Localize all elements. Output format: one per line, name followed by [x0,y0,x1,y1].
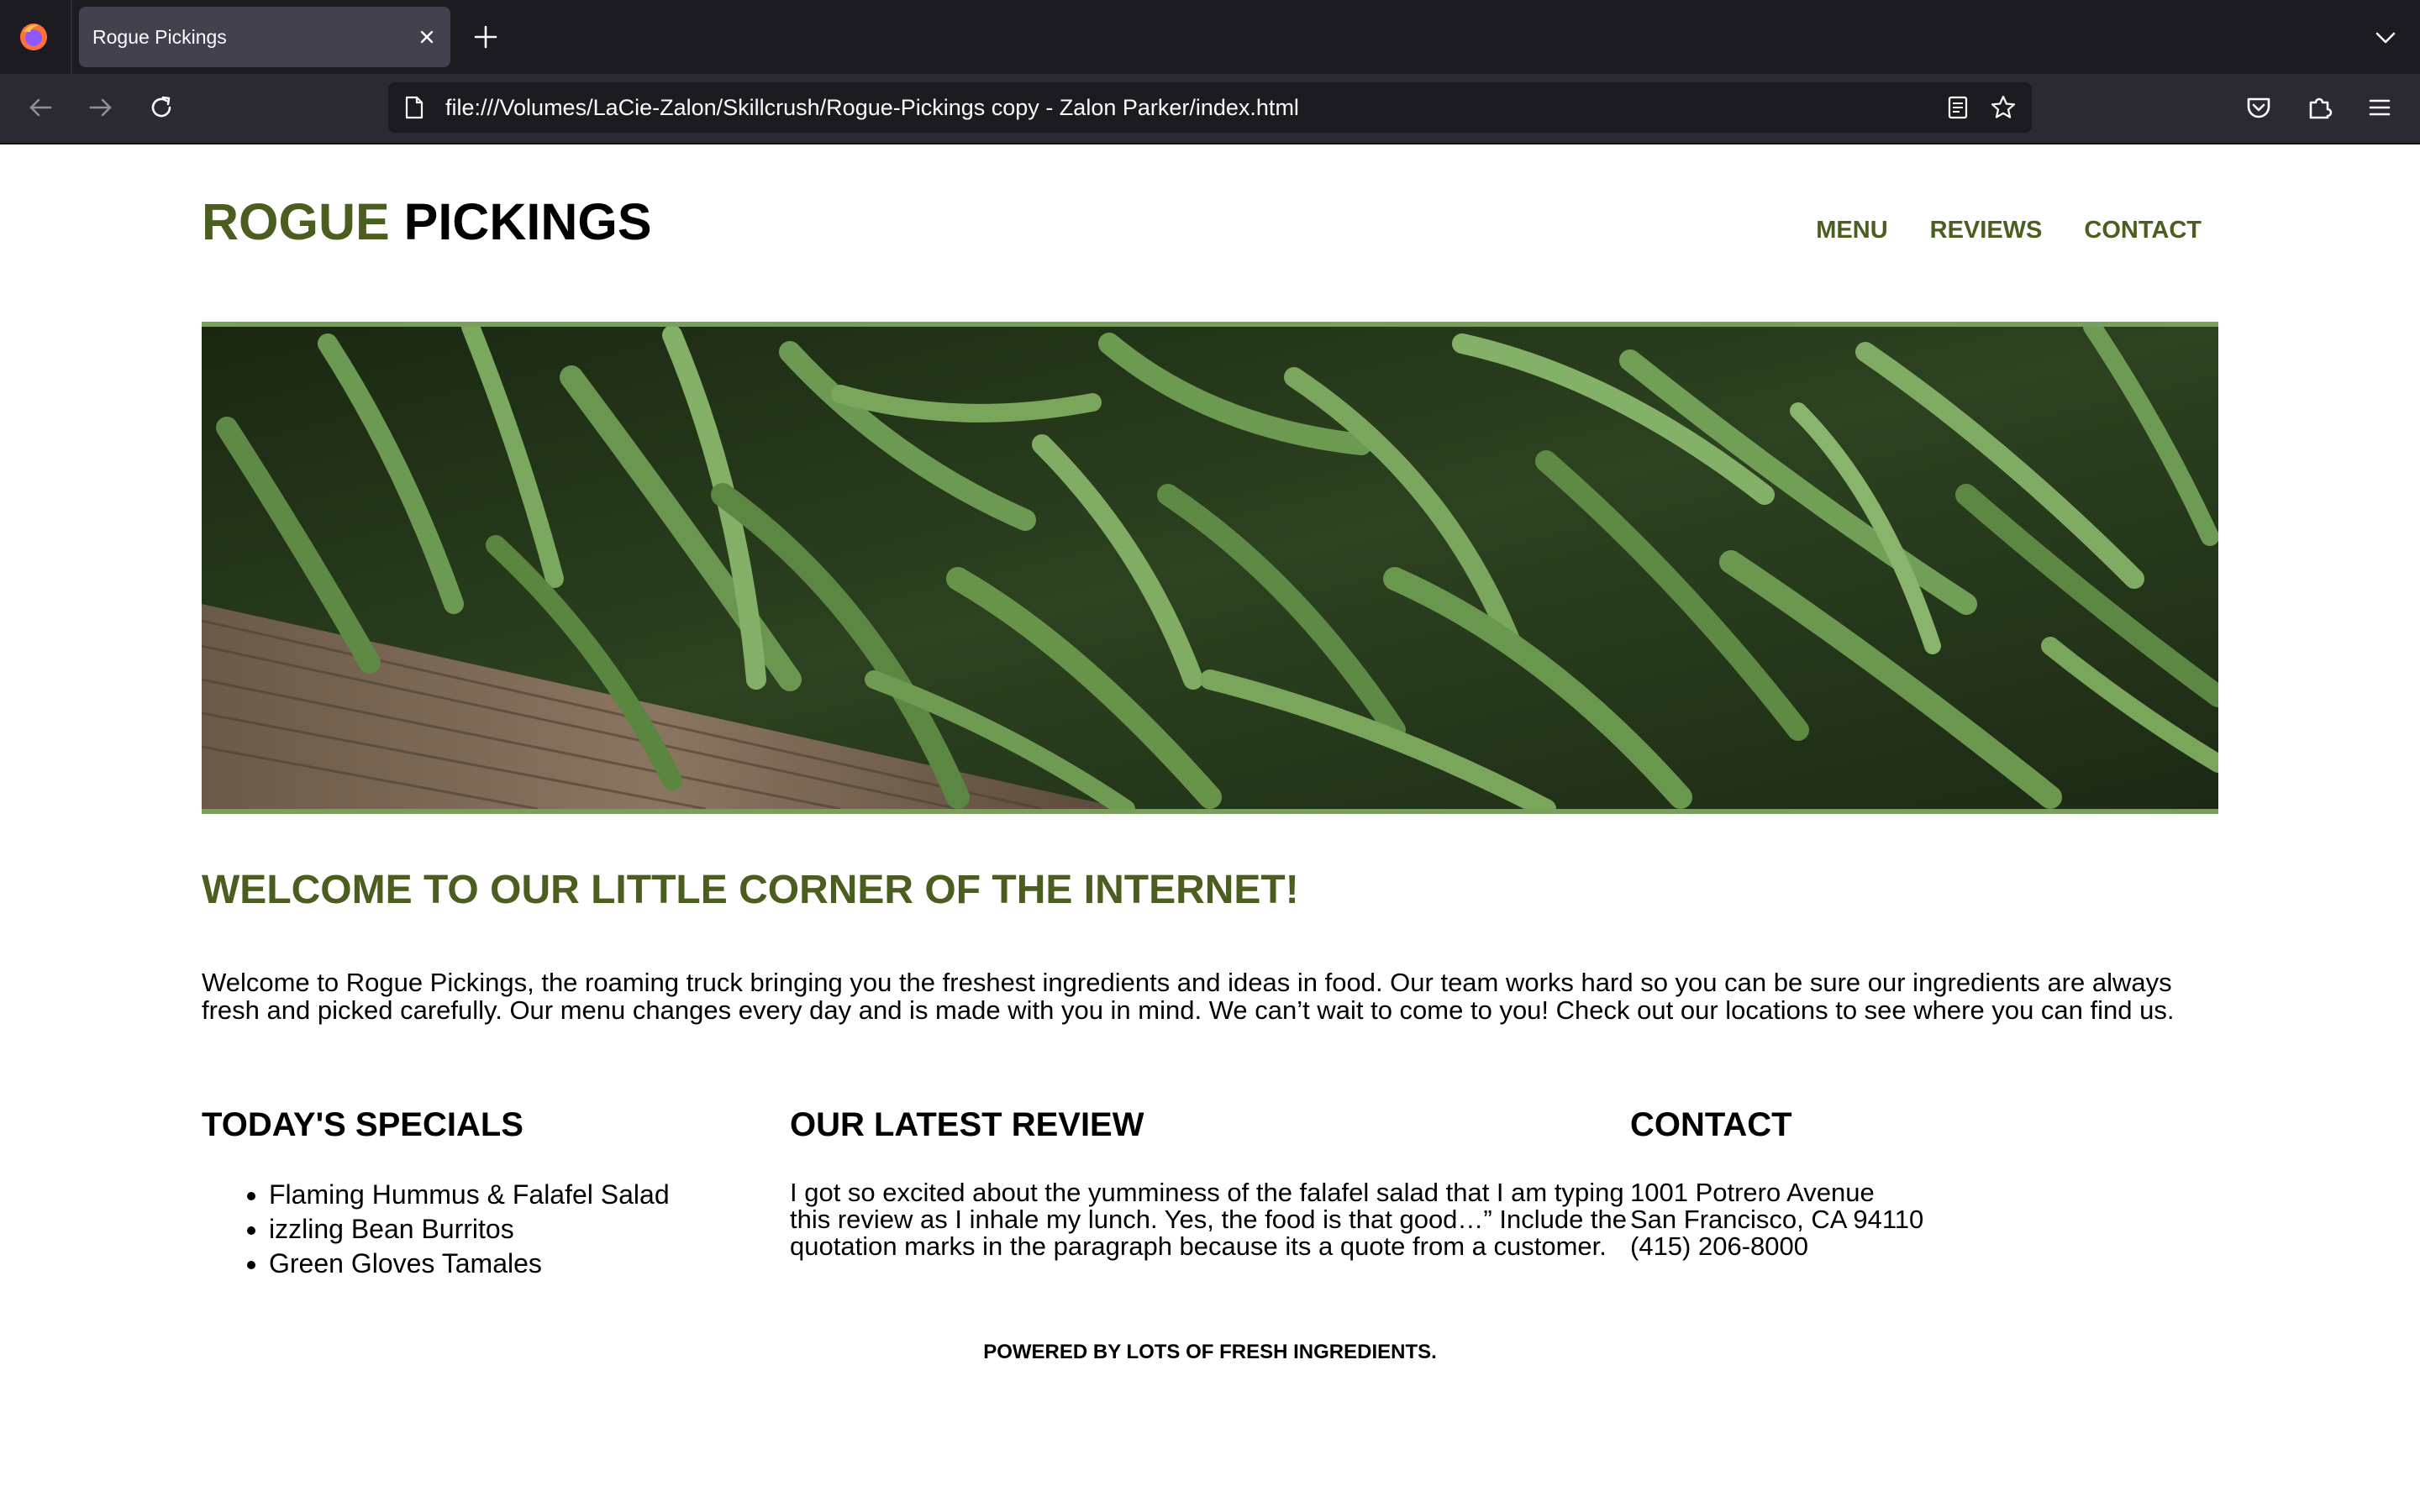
contact-phone: (415) 206-8000 [1630,1231,1808,1261]
specials-list: Flaming Hummus & Falafel Salad izzling B… [202,1178,670,1281]
list-item: Flaming Hummus & Falafel Salad [269,1178,670,1212]
navigation-toolbar: file:///Volumes/LaCie-Zalon/Skillcrush/R… [0,74,2420,144]
reload-icon[interactable] [145,91,178,124]
tab-bar: Rogue Pickings [0,0,2420,74]
list-item: Green Gloves Tamales [269,1247,670,1281]
firefox-logo-icon[interactable] [18,22,49,52]
nav-link-reviews[interactable]: REVIEWS [1930,217,2043,244]
hero-image [202,322,2218,814]
url-text[interactable]: file:///Volumes/LaCie-Zalon/Skillcrush/R… [445,82,1299,133]
pocket-icon[interactable] [2242,91,2275,124]
nav-link-contact[interactable]: CONTACT [2084,217,2202,244]
review-paragraph: I got so excited about the yumminess of … [790,1178,1628,1261]
site-logo[interactable]: ROGUE PICKINGS [202,197,652,248]
contact-street: 1001 Potrero Avenue [1630,1178,1875,1207]
active-tab[interactable]: Rogue Pickings [79,7,450,67]
plus-icon[interactable] [472,24,499,50]
green-beans-image [202,327,2218,809]
back-arrow-icon[interactable] [24,91,57,124]
tab-title: Rogue Pickings [92,26,227,48]
welcome-paragraph: Welcome to Rogue Pickings, the roaming t… [202,968,2175,1025]
list-item: izzling Bean Burritos [269,1212,670,1247]
specials-heading: TODAY'S SPECIALS [202,1106,523,1143]
web-page: ROGUE PICKINGS MENU REVIEWS CONTACT WELC… [0,144,2420,1512]
contact-heading: CONTACT [1630,1106,1792,1143]
site-navigation: MENU REVIEWS CONTACT [1816,217,2202,244]
extensions-icon[interactable] [2302,91,2336,124]
url-bar[interactable]: file:///Volumes/LaCie-Zalon/Skillcrush/R… [388,82,2032,133]
close-icon[interactable] [415,25,439,49]
page-icon [405,96,424,119]
welcome-heading: WELCOME TO OUR LITTLE CORNER OF THE INTE… [202,868,1299,912]
footer-text: POWERED BY LOTS OF FRESH INGREDIENTS. [983,1341,1437,1363]
tab-separator [71,0,72,74]
star-icon[interactable] [1990,94,2017,121]
chevron-down-icon[interactable] [2373,25,2398,50]
reader-view-icon[interactable] [1944,94,1971,121]
contact-address: 1001 Potrero Avenue San Francisco, CA 94… [1630,1179,1923,1260]
logo-first-word: ROGUE [202,193,390,250]
review-heading: OUR LATEST REVIEW [790,1106,1144,1143]
logo-second-word: PICKINGS [403,193,652,250]
hamburger-menu-icon[interactable] [2363,91,2396,124]
forward-arrow-icon[interactable] [84,91,118,124]
contact-city: San Francisco, CA 94110 [1630,1205,1924,1234]
nav-link-menu[interactable]: MENU [1816,217,1887,244]
